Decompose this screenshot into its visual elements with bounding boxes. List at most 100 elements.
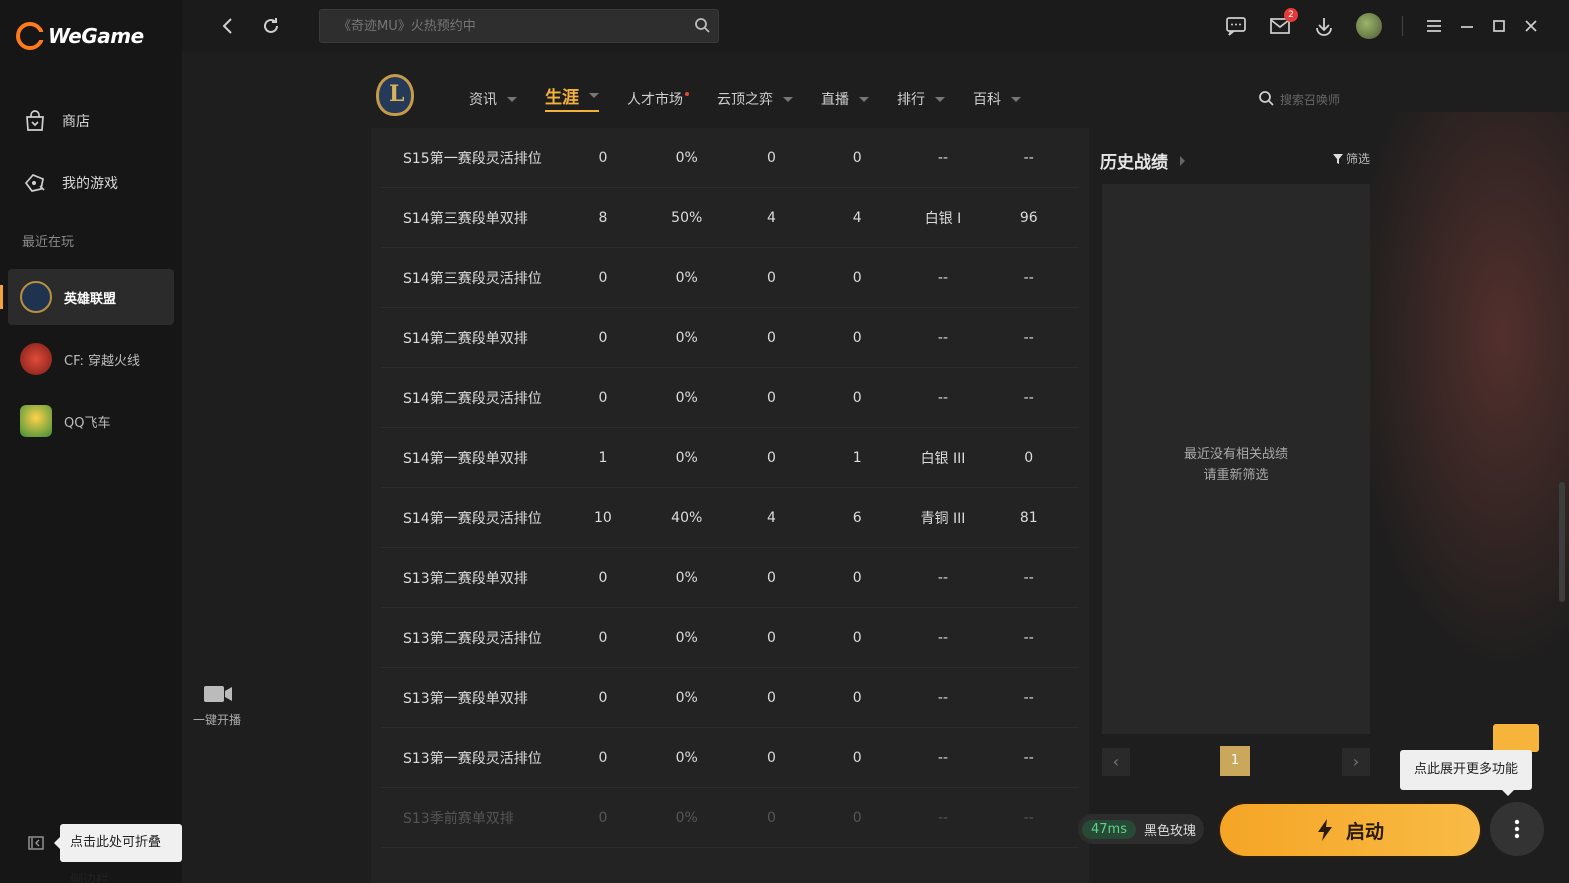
table-cell: -- (1023, 809, 1034, 826)
tab-talent-market[interactable]: 人才市场 (627, 86, 689, 112)
sidebar-item-my-games[interactable]: 我的游戏 (22, 170, 118, 196)
global-search-box[interactable] (319, 9, 719, 43)
table-cell: 0 (767, 629, 776, 646)
tab-label: 生涯 (545, 88, 579, 108)
table-cell: 0 (598, 329, 608, 346)
tab-news[interactable]: 资讯 (469, 86, 517, 112)
tab-career[interactable]: 生涯 (545, 83, 599, 112)
collapse-sidebar-icon[interactable] (28, 835, 46, 853)
minimize-icon[interactable] (1455, 14, 1479, 38)
history-title[interactable]: 历史战绩 (1100, 148, 1185, 173)
recent-label: 最近在玩 (22, 235, 75, 250)
table-row[interactable]: S15第一赛段灵活排位 0 0% 0 0 -- -- (381, 128, 1079, 188)
table-cell: 0% (675, 689, 698, 706)
table-cell: -- (1023, 749, 1034, 766)
lol-logo-icon[interactable]: L (376, 74, 414, 116)
collapse-sidebar-tooltip: 点击此处可折叠侧边栏 (54, 824, 182, 883)
history-panel: 历史战绩 筛选 最近没有相关战绩 请重新筛选 ‹ 1 › (1100, 128, 1372, 788)
tab-live[interactable]: 直播 (821, 86, 869, 112)
table-cell: 4 (852, 209, 862, 226)
table-row[interactable]: S13第一赛段灵活排位 0 0% 0 0 -- -- (381, 728, 1079, 788)
prev-page-icon[interactable]: ‹ (1102, 748, 1130, 776)
mail-badge: 2 (1284, 8, 1298, 22)
menu-icon[interactable] (1422, 14, 1446, 38)
table-row[interactable]: S13第二赛段单双排 0 0% 0 0 -- -- (381, 548, 1079, 608)
search-icon[interactable] (694, 17, 710, 37)
table-row[interactable]: S13第二赛段灵活排位 0 0% 0 0 -- -- (381, 608, 1079, 668)
table-cell: 0% (675, 629, 698, 646)
table-cell: 1 (598, 449, 608, 466)
next-page-icon[interactable]: › (1342, 748, 1370, 776)
table-cell: 0% (675, 389, 698, 406)
table-cell: S15第一赛段灵活排位 (403, 150, 542, 167)
table-cell: 0% (675, 149, 698, 166)
launch-button[interactable]: 启动 (1220, 804, 1480, 856)
tab-tft[interactable]: 云顶之弈 (717, 86, 793, 112)
table-cell: 0 (852, 809, 862, 826)
table-cell: S14第一赛段灵活排位 (403, 510, 542, 527)
more-features-tooltip: 点此展开更多功能 (1400, 750, 1533, 796)
summoner-search[interactable]: 搜索召唤师 (1258, 90, 1340, 109)
table-cell: 81 (1019, 509, 1038, 526)
tab-label: 云顶之弈 (717, 92, 773, 108)
table-row[interactable]: S14第二赛段单双排 0 0% 0 0 -- -- (381, 308, 1079, 368)
table-cell: 4 (767, 209, 776, 226)
ping-value: 47ms (1082, 819, 1136, 839)
global-search-input[interactable] (320, 10, 680, 42)
scrollbar[interactable] (1559, 482, 1565, 602)
table-cell: 0 (767, 329, 776, 346)
summoner-search-placeholder[interactable]: 搜索召唤师 (1280, 91, 1340, 108)
table-cell: -- (937, 569, 949, 586)
table-cell: 0% (675, 329, 698, 346)
notification-card[interactable] (1493, 724, 1539, 752)
table-cell: 0 (852, 269, 862, 286)
shop-bag-icon (22, 108, 48, 134)
tab-ranking[interactable]: 排行 (897, 86, 945, 112)
tab-wiki[interactable]: 百科 (973, 86, 1021, 112)
history-empty-message: 最近没有相关战绩 请重新筛选 (1102, 444, 1370, 486)
one-click-stream-button[interactable]: 一键开播 (192, 685, 242, 728)
user-avatar[interactable] (1356, 13, 1382, 39)
table-row[interactable]: S14第三赛段单双排 8 50% 4 4 白银 I 96 (381, 188, 1079, 248)
wegame-logo[interactable]: WeGame (16, 22, 144, 50)
table-row[interactable]: S14第二赛段灵活排位 0 0% 0 0 -- -- (381, 368, 1079, 428)
chat-icon[interactable] (1224, 14, 1248, 38)
table-row[interactable]: S14第三赛段灵活排位 0 0% 0 0 -- -- (381, 248, 1079, 308)
maximize-icon[interactable] (1487, 14, 1511, 38)
table-cell: 40% (671, 509, 703, 526)
page-number[interactable]: 1 (1220, 746, 1250, 776)
table-row[interactable]: S14第一赛段单双排 1 0% 0 1 白银 III 0 (381, 428, 1079, 488)
table-cell: 1 (852, 449, 862, 466)
gamepad-icon (22, 170, 48, 196)
close-icon[interactable] (1519, 14, 1543, 38)
table-cell: -- (937, 269, 949, 286)
server-status[interactable]: 47ms 黑色玫瑰 (1078, 814, 1204, 844)
sidebar-game-lol[interactable]: 英雄联盟 (0, 269, 174, 325)
sidebar-game-qqspeed[interactable]: QQ飞车 (8, 393, 174, 449)
history-filter-button[interactable]: 筛选 (1332, 150, 1370, 167)
table-cell: 0 (767, 689, 776, 706)
table-row[interactable]: S13季前赛单双排 0 0% 0 0 -- -- (381, 788, 1079, 848)
topbar-divider (1402, 16, 1403, 36)
refresh-icon[interactable] (259, 14, 283, 38)
download-icon[interactable] (1312, 14, 1336, 38)
table-cell: S14第三赛段单双排 (403, 210, 528, 227)
mail-icon[interactable]: 2 (1268, 8, 1298, 38)
table-cell: 0 (852, 389, 862, 406)
back-icon[interactable] (216, 14, 240, 38)
tab-label: 百科 (973, 92, 1001, 108)
table-cell: 6 (852, 509, 862, 526)
table-row[interactable]: S13第一赛段单双排 0 0% 0 0 -- -- (381, 668, 1079, 728)
empty-line-2: 请重新筛选 (1203, 468, 1269, 483)
more-options-button[interactable] (1490, 802, 1544, 856)
table-cell: -- (937, 749, 949, 766)
table-cell: S14第一赛段单双排 (403, 450, 528, 467)
game-label: QQ飞车 (64, 415, 111, 431)
sidebar-item-shop[interactable]: 商店 (22, 108, 90, 134)
table-cell: 0 (852, 149, 862, 166)
table-cell: 96 (1019, 209, 1038, 226)
table-cell: 青铜 III (920, 510, 966, 527)
sidebar-game-cf[interactable]: CF: 穿越火线 (8, 331, 174, 387)
table-cell: S14第三赛段灵活排位 (403, 270, 542, 287)
table-row[interactable]: S14第一赛段灵活排位 10 40% 4 6 青铜 III 81 (381, 488, 1079, 548)
